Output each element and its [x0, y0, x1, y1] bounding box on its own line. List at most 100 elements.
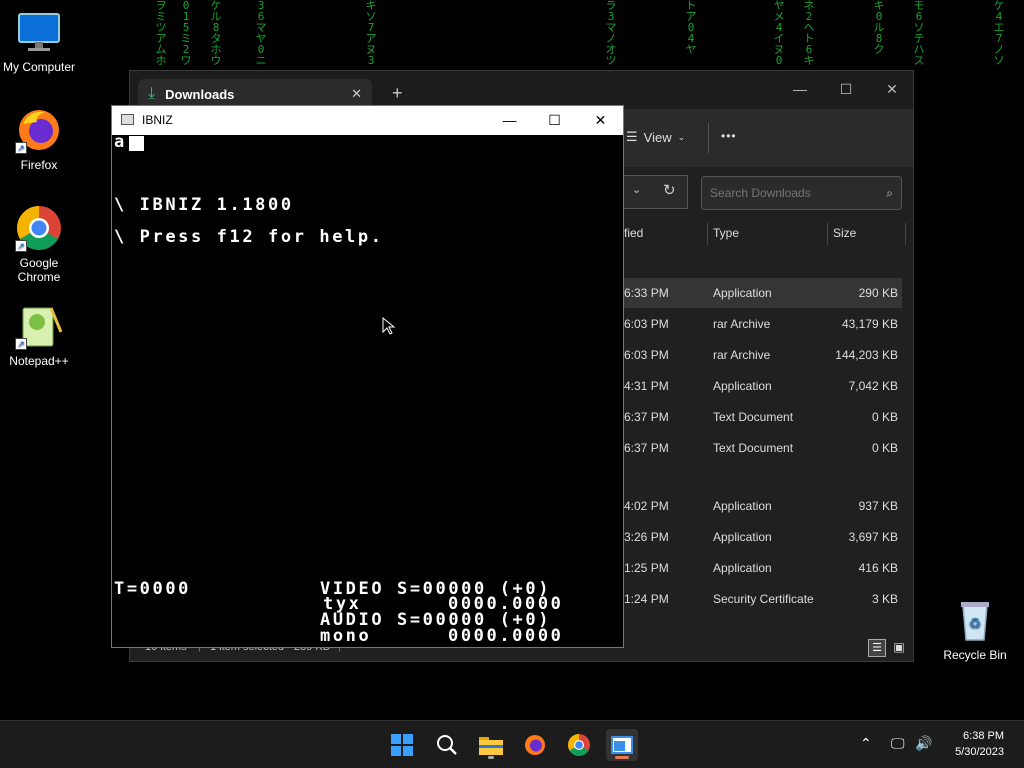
firefox-taskbar-button[interactable] — [519, 729, 551, 761]
toolbar-separator — [708, 123, 709, 153]
file-explorer-taskbar-button[interactable] — [475, 729, 507, 761]
file-row[interactable]: 4:31 PM Application 7,042 KB — [610, 371, 902, 401]
file-size: 416 KB — [858, 561, 898, 575]
column-separator[interactable] — [707, 223, 708, 245]
window-title: IBNIZ — [142, 113, 173, 127]
file-type: Application — [713, 499, 772, 513]
search-button[interactable] — [431, 729, 463, 761]
explorer-titlebar: ⤓ Downloads ✕ + — ☐ ✕ — [130, 71, 913, 109]
running-indicator — [488, 756, 494, 759]
column-header-type[interactable]: Type — [713, 221, 739, 245]
file-type: Text Document — [713, 441, 794, 455]
file-modified: 1:24 PM — [624, 592, 669, 606]
chevron-down-icon: ⌄ — [677, 131, 686, 142]
view-button[interactable]: ☰ View ⌄ — [626, 129, 685, 145]
monitor-icon — [15, 8, 63, 56]
column-separator[interactable] — [905, 223, 906, 245]
column-header-modified[interactable]: fied — [624, 221, 643, 245]
file-modified: 4:31 PM — [624, 379, 669, 393]
system-clock[interactable]: 6:38 PM 5/30/2023 — [955, 728, 1004, 760]
file-modified: 1:25 PM — [624, 561, 669, 575]
details-view-button[interactable]: ☰ — [868, 639, 886, 657]
file-size: 290 KB — [858, 286, 898, 300]
close-button[interactable]: ✕ — [578, 106, 623, 134]
search-box[interactable]: ⌕ — [701, 176, 902, 210]
view-label: View — [643, 129, 672, 145]
file-row[interactable]: 1:24 PM Security Certificate 3 KB — [610, 584, 902, 614]
file-size: 937 KB — [858, 499, 898, 513]
network-icon[interactable]: 🖵 — [891, 735, 905, 752]
desktop-icon-chrome[interactable]: ↗ Google Chrome — [1, 204, 77, 284]
desktop-icon-recycle-bin[interactable]: ♻ Recycle Bin — [937, 596, 1013, 662]
list-view-icon: ☰ — [626, 129, 638, 144]
file-row[interactable]: 4:02 PM Application 937 KB — [610, 491, 902, 521]
firefox-icon — [525, 735, 545, 755]
show-hidden-icons-button[interactable]: ⌃ — [860, 735, 872, 752]
maximize-button[interactable]: ☐ — [823, 75, 869, 103]
file-size: 3 KB — [871, 592, 898, 606]
desktop-icon-firefox[interactable]: ↗ Firefox — [1, 106, 77, 172]
tiles-view-button[interactable]: ▣ — [890, 639, 908, 657]
file-row[interactable]: 6:03 PM rar Archive 43,179 KB — [610, 309, 902, 339]
file-row[interactable]: 6:37 PM Text Document 0 KB — [610, 402, 902, 432]
start-button[interactable] — [386, 729, 418, 761]
more-options-button[interactable]: ••• — [721, 129, 737, 143]
file-size: 144,203 KB — [835, 348, 898, 362]
svg-text:♻: ♻ — [969, 616, 982, 632]
file-row[interactable]: 6:03 PM rar Archive 144,203 KB — [610, 340, 902, 370]
file-modified: 6:03 PM — [624, 317, 669, 331]
rain-column: モ 6 ソ テ ハ ス — [913, 0, 925, 67]
desktop-icon-label: Recycle Bin — [943, 648, 1007, 662]
file-type: Security Certificate — [713, 592, 814, 606]
file-row[interactable]: 1:25 PM Application 416 KB — [610, 553, 902, 583]
code-input-text[interactable]: a — [114, 132, 127, 152]
ibniz-titlebar[interactable]: IBNIZ — ☐ ✕ — [112, 106, 623, 135]
desktop-icon-my-computer[interactable]: My Computer — [1, 8, 77, 74]
column-separator[interactable] — [827, 223, 828, 245]
file-modified: 6:03 PM — [624, 348, 669, 362]
file-modified: 4:02 PM — [624, 499, 669, 513]
desktop-icon-label: Notepad++ — [9, 354, 69, 368]
ibniz-taskbar-button[interactable] — [606, 729, 638, 761]
minimize-button[interactable]: — — [487, 106, 532, 134]
new-tab-button[interactable]: + — [392, 83, 403, 104]
taskbar: ⌃ 🖵 🔊 6:38 PM 5/30/2023 — [0, 720, 1024, 768]
file-row[interactable]: 3:26 PM Application 3,697 KB — [610, 522, 902, 552]
file-modified: 6:33 PM — [624, 286, 669, 300]
shortcut-arrow-icon: ↗ — [15, 338, 27, 350]
recycle-bin-icon: ♻ — [951, 596, 999, 644]
desktop-icon-label: Firefox — [20, 158, 58, 172]
chevron-down-icon[interactable]: ⌄ — [632, 183, 641, 196]
chrome-taskbar-button[interactable] — [563, 729, 595, 761]
file-type: rar Archive — [713, 348, 771, 362]
app-window-icon — [611, 736, 633, 754]
volume-icon[interactable]: 🔊 — [915, 735, 932, 752]
tab-close-button[interactable]: ✕ — [351, 86, 362, 102]
file-modified: 3:26 PM — [624, 530, 669, 544]
file-type: Application — [713, 561, 772, 575]
mouse-pointer-icon — [382, 316, 396, 340]
file-type: Application — [713, 379, 772, 393]
column-header-size[interactable]: Size — [833, 221, 856, 245]
file-type: Application — [713, 530, 772, 544]
search-input[interactable] — [710, 186, 887, 200]
file-size: 0 KB — [871, 410, 898, 424]
clock-date: 5/30/2023 — [955, 746, 1004, 758]
desktop-icon-notepadpp[interactable]: ↗ Notepad++ — [1, 302, 77, 368]
refresh-icon[interactable]: ↻ — [663, 181, 676, 199]
file-row[interactable]: 6:37 PM Text Document 0 KB — [610, 433, 902, 463]
file-type: rar Archive — [713, 317, 771, 331]
version-line: \ IBNIZ 1.1800 — [114, 195, 294, 215]
text-cursor — [129, 136, 144, 151]
file-row[interactable]: 6:33 PM Application 290 KB — [610, 278, 902, 308]
maximize-button[interactable]: ☐ — [532, 106, 577, 134]
close-button[interactable]: ✕ — [869, 75, 915, 103]
file-size: 0 KB — [871, 441, 898, 455]
file-size: 7,042 KB — [848, 379, 898, 393]
folder-icon — [479, 737, 503, 755]
search-icon — [437, 735, 457, 755]
firefox-icon: ↗ — [15, 106, 63, 154]
shortcut-arrow-icon: ↗ — [15, 240, 27, 252]
file-type: Text Document — [713, 410, 794, 424]
minimize-button[interactable]: — — [777, 75, 823, 103]
